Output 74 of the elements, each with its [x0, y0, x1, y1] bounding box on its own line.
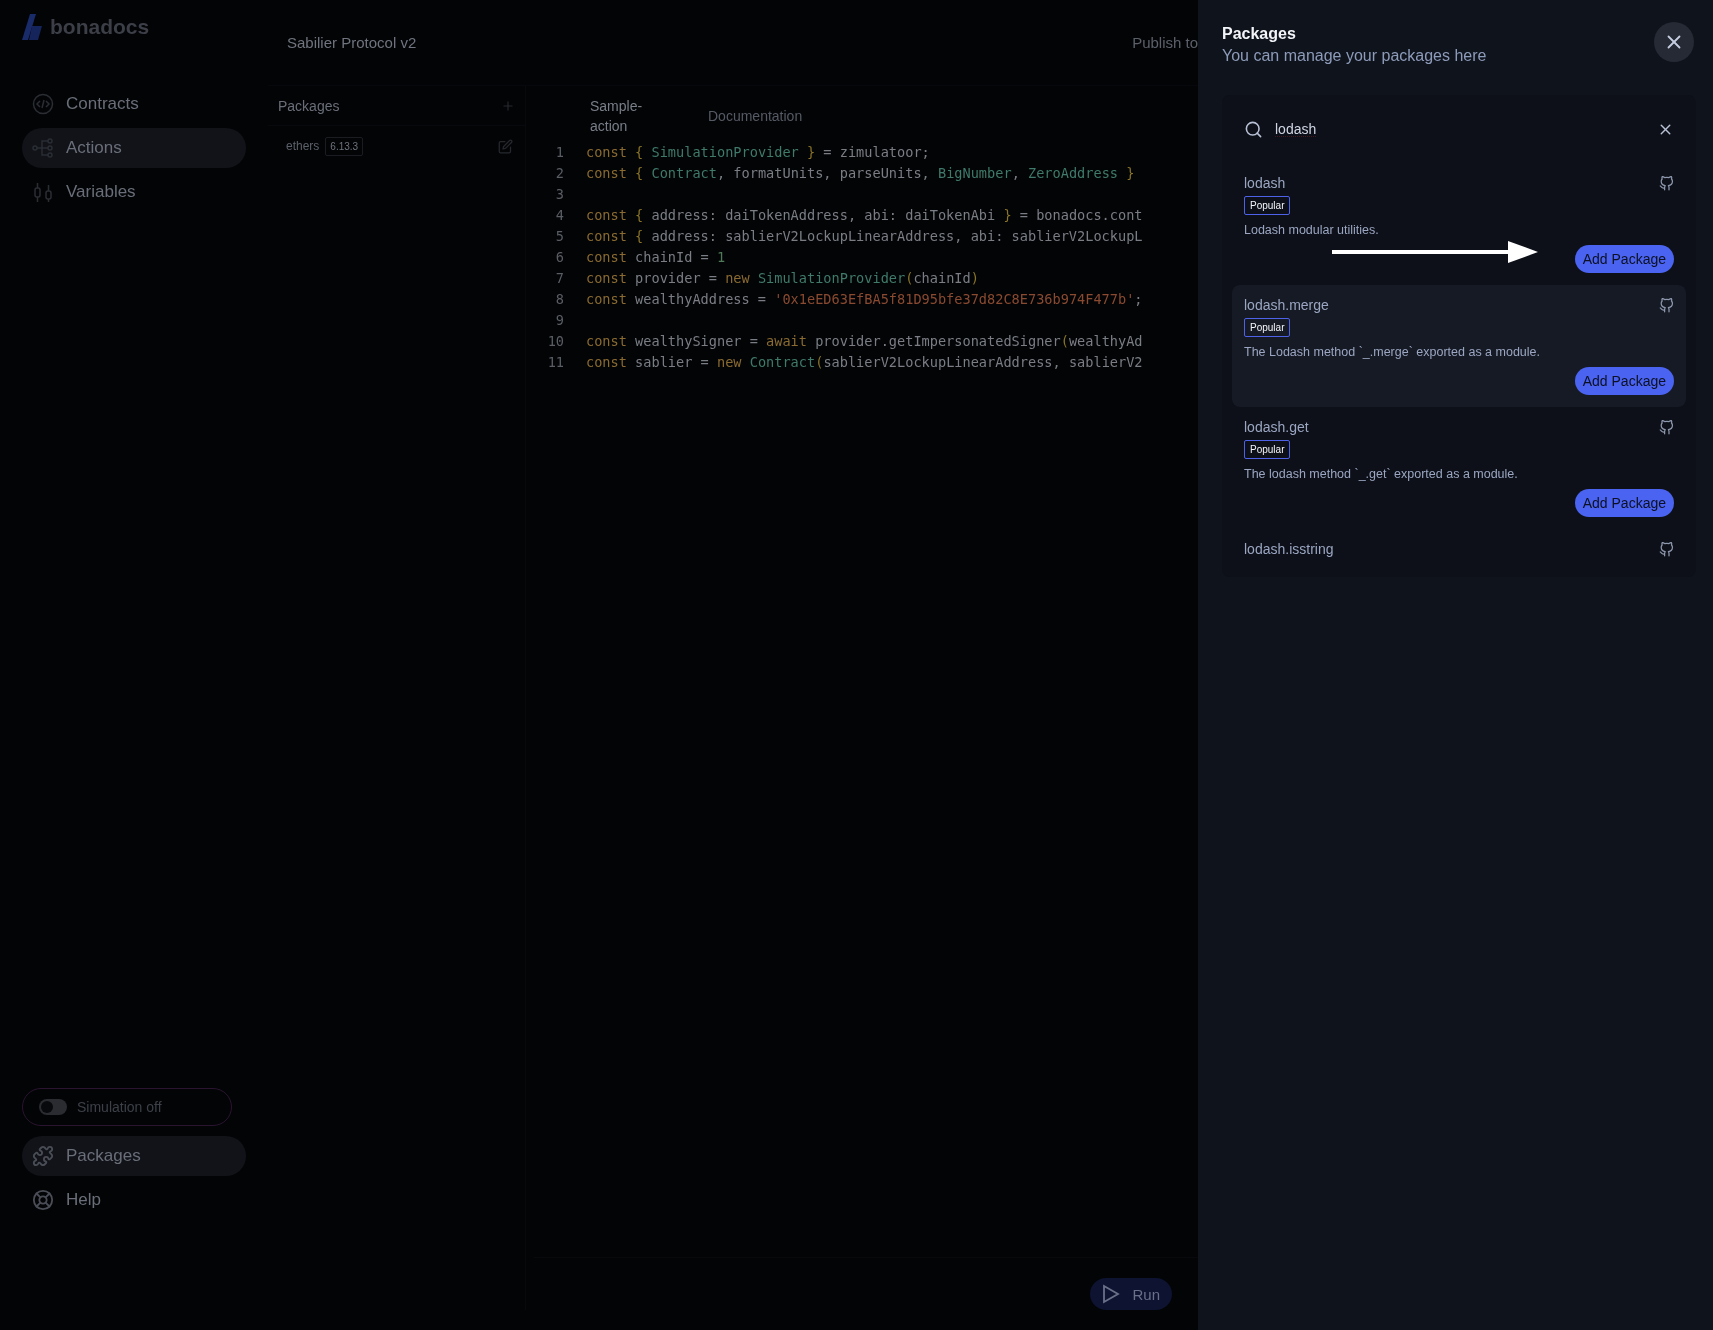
- line-number: 4: [554, 206, 565, 223]
- nav-item[interactable]: Variables: [22, 172, 246, 212]
- toggle-switch[interactable]: [39, 1099, 67, 1115]
- nav-label: Packages: [66, 1146, 141, 1166]
- nav-item[interactable]: Contracts: [22, 84, 246, 124]
- package-result[interactable]: lodash.isstring: [1232, 529, 1686, 567]
- add-package-button[interactable]: Add Package: [1574, 367, 1674, 395]
- line-number: 11: [546, 353, 565, 370]
- line-number: 7: [554, 269, 565, 286]
- logo-text: bonadocs: [50, 15, 150, 39]
- help-icon: [32, 1189, 54, 1211]
- drawer-subtitle: You can manage your packages here: [1222, 47, 1487, 65]
- search-icon: [1244, 119, 1263, 139]
- sliders-icon: [32, 181, 54, 203]
- github-icon[interactable]: [1659, 175, 1674, 191]
- code-line: const { Contract, formatUnits, parseUnits, BigNumber, ZeroAddress }: [586, 164, 1135, 181]
- line-number: 10: [546, 332, 565, 349]
- code-line: const { address: daiTokenAddress, abi: daiTokenAbi } = bonadocs.cont: [586, 206, 1143, 223]
- version-badge: 6.13.3: [325, 136, 364, 156]
- line-number: 5: [554, 227, 565, 244]
- package-result[interactable]: lodash.get Popular The lodash method `_.get` exported as a module. Add Package: [1232, 407, 1686, 529]
- line-number: 2: [554, 164, 565, 181]
- package-name: lodash.isstring: [1244, 541, 1334, 557]
- nav-label: Help: [66, 1190, 101, 1210]
- add-package-button[interactable]: Add Package: [1574, 489, 1674, 517]
- line-number: 1: [554, 143, 565, 160]
- add-package-button[interactable]: Add Package: [1574, 245, 1674, 273]
- code-line: const { address: sablierV2LockupLinearAddress, abi: sablierV2LockupL: [586, 227, 1143, 244]
- nav-item[interactable]: Actions: [22, 128, 246, 168]
- code-line: const { SimulationProvider } = zimulatoor;: [586, 143, 930, 160]
- code-line: const provider = new SimulationProvider(chainId): [586, 269, 979, 286]
- drawer-title: Packages: [1222, 25, 1297, 43]
- nav-label: Actions: [66, 138, 122, 158]
- popular-badge: Popular: [1244, 196, 1291, 215]
- github-icon[interactable]: [1659, 419, 1674, 435]
- close-button[interactable]: [1654, 22, 1694, 62]
- nav-item[interactable]: Packages: [22, 1136, 246, 1176]
- editor-tab[interactable]: Sample-action: [590, 96, 648, 136]
- package-name: ethers: [286, 139, 320, 153]
- line-number: 3: [554, 185, 565, 202]
- code-line: const chainId = 1: [586, 248, 726, 265]
- panel-title: Packages: [278, 97, 340, 114]
- play-icon: [1102, 1284, 1121, 1304]
- project-title: Sabilier Protocol v2: [287, 34, 417, 51]
- simulation-label: Simulation off: [77, 1099, 162, 1115]
- run-button[interactable]: Run: [1090, 1278, 1172, 1310]
- nav-label: Contracts: [66, 94, 139, 114]
- package-description: Lodash modular utilities.: [1244, 223, 1380, 237]
- package-description: The lodash method `_.get` exported as a module.: [1244, 467, 1519, 481]
- github-icon[interactable]: [1659, 297, 1674, 313]
- search-field[interactable]: lodash: [1273, 120, 1647, 138]
- nav-item[interactable]: Help: [22, 1180, 246, 1220]
- package-result[interactable]: lodash.merge Popular The Lodash method `_.merge` exported as a module. Add Package: [1232, 285, 1686, 407]
- flow-icon: [32, 137, 54, 159]
- package-name: lodash: [1244, 175, 1286, 191]
- code-line: const wealthySigner = await provider.getImpersonatedSigner(wealthyAd: [586, 332, 1143, 349]
- github-icon[interactable]: [1659, 541, 1674, 557]
- editor-tab[interactable]: Documentation: [708, 106, 818, 126]
- package-result[interactable]: lodash Popular Lodash modular utilities. Add Package: [1232, 163, 1686, 285]
- logo-icon: [22, 14, 44, 40]
- package-description: The Lodash method `_.merge` exported as a module.: [1244, 345, 1541, 359]
- code-icon: [32, 93, 54, 115]
- code-line: const wealthyAddress = '0x1eED63EfBA5f81D95bfe37d82C8E736b974F477b';: [586, 290, 1143, 307]
- puzzle-icon: [32, 1145, 54, 1167]
- nav-label: Variables: [66, 182, 136, 202]
- package-name: lodash.merge: [1244, 297, 1329, 313]
- line-number: 9: [554, 311, 565, 328]
- package-name: lodash.get: [1244, 419, 1309, 435]
- line-number: 6: [554, 248, 565, 265]
- publish-link[interactable]: Publish to: [1132, 34, 1198, 51]
- code-line: const sablier = new Contract(sablierV2LockupLinearAddress, sablierV2: [586, 353, 1143, 370]
- line-number: 8: [554, 290, 565, 307]
- popular-badge: Popular: [1244, 318, 1291, 337]
- popular-badge: Popular: [1244, 440, 1291, 459]
